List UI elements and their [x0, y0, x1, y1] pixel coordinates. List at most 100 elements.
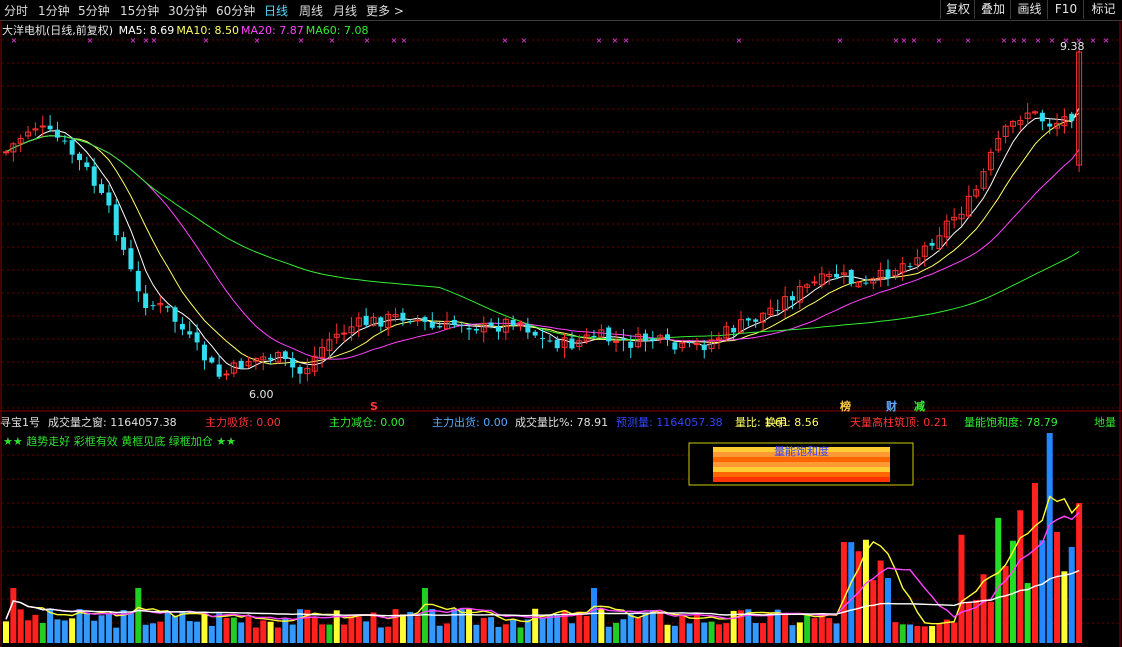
volume-bar[interactable]: [642, 613, 649, 643]
period-tab-0[interactable]: 分时: [4, 2, 28, 19]
volume-bar[interactable]: [54, 619, 61, 643]
candle-body[interactable]: [488, 322, 494, 326]
candle-body[interactable]: [731, 327, 737, 333]
volume-bar[interactable]: [921, 626, 928, 643]
volume-bar[interactable]: [958, 534, 965, 643]
candle-body[interactable]: [238, 360, 244, 369]
volume-bar[interactable]: [715, 624, 722, 643]
volume-bar[interactable]: [10, 588, 17, 643]
volume-bar[interactable]: [407, 611, 414, 643]
event-mark[interactable]: 榜: [840, 398, 851, 414]
volume-bar[interactable]: [341, 624, 348, 643]
volume-bar[interactable]: [1046, 433, 1053, 643]
volume-bar[interactable]: [995, 517, 1002, 643]
candle-body[interactable]: [54, 129, 60, 138]
volume-bar[interactable]: [833, 623, 840, 643]
period-tab-6[interactable]: 日线: [264, 2, 288, 19]
volume-bar[interactable]: [539, 618, 546, 643]
volume-bar[interactable]: [385, 626, 392, 643]
volume-bar[interactable]: [811, 618, 818, 643]
volume-bar[interactable]: [495, 626, 502, 643]
candle-body[interactable]: [459, 324, 465, 326]
volume-bar[interactable]: [708, 621, 715, 643]
volume-bar[interactable]: [782, 614, 789, 643]
volume-bar[interactable]: [664, 624, 671, 643]
candle-body[interactable]: [407, 321, 413, 323]
candle-body[interactable]: [907, 266, 913, 268]
volume-bar[interactable]: [69, 618, 76, 643]
candle-body[interactable]: [672, 342, 678, 350]
volume-bar[interactable]: [164, 611, 171, 643]
period-tab-9[interactable]: 更多 >: [366, 2, 404, 19]
volume-bar[interactable]: [260, 620, 267, 643]
chart-canvas[interactable]: × × × × × × × × × × × × × × × × × × × × × × × × × × × × × × × × × 9.38 6…: [0, 0, 1122, 647]
volume-bar[interactable]: [936, 623, 943, 643]
volume-bar[interactable]: [238, 622, 245, 643]
candle-body[interactable]: [437, 326, 443, 328]
volume-bar[interactable]: [429, 608, 436, 643]
period-tab-8[interactable]: 月线: [333, 2, 357, 19]
volume-bar[interactable]: [488, 617, 495, 643]
candle-body[interactable]: [91, 166, 97, 186]
volume-bar[interactable]: [826, 618, 833, 643]
candle-body[interactable]: [1069, 113, 1075, 121]
candle-body[interactable]: [135, 270, 141, 292]
volume-bar[interactable]: [899, 624, 906, 643]
toolbar-button-3[interactable]: F10: [1047, 0, 1084, 19]
volume-bar[interactable]: [987, 601, 994, 643]
candle-body[interactable]: [150, 305, 156, 307]
volume-bar[interactable]: [91, 620, 98, 643]
volume-bar[interactable]: [421, 588, 428, 643]
candle-body[interactable]: [540, 338, 546, 340]
candle-body[interactable]: [378, 317, 384, 327]
volume-bar[interactable]: [760, 623, 767, 643]
period-tab-2[interactable]: 5分钟: [78, 2, 110, 19]
candle-body[interactable]: [701, 344, 707, 351]
volume-bar[interactable]: [348, 614, 355, 643]
volume-bar[interactable]: [1054, 531, 1061, 643]
candle-body[interactable]: [693, 343, 700, 346]
candle-body[interactable]: [128, 248, 134, 270]
volume-bar[interactable]: [796, 622, 803, 643]
candle-body[interactable]: [650, 338, 656, 341]
candle-body[interactable]: [363, 315, 369, 326]
event-mark[interactable]: 财: [886, 398, 897, 414]
volume-bar[interactable]: [914, 626, 921, 643]
volume-bar[interactable]: [1068, 547, 1075, 643]
volume-bar[interactable]: [392, 609, 399, 643]
volume-bar[interactable]: [142, 624, 149, 643]
volume-bar[interactable]: [39, 622, 46, 643]
volume-bar[interactable]: [76, 608, 83, 643]
candle-body[interactable]: [341, 332, 348, 335]
volume-bar[interactable]: [436, 625, 443, 643]
volume-bar[interactable]: [1039, 540, 1046, 643]
volume-bar[interactable]: [929, 625, 936, 643]
volume-bar[interactable]: [326, 624, 333, 643]
candle-body[interactable]: [620, 338, 626, 341]
candle-body[interactable]: [201, 344, 207, 361]
candle-body[interactable]: [216, 364, 222, 377]
candle-body[interactable]: [290, 358, 296, 368]
volume-bar[interactable]: [355, 616, 362, 643]
volume-bar[interactable]: [598, 609, 605, 643]
volume-bar[interactable]: [679, 615, 686, 643]
volume-bar[interactable]: [98, 615, 105, 643]
volume-bar[interactable]: [885, 578, 891, 643]
volume-bar[interactable]: [113, 627, 120, 643]
volume-bar[interactable]: [194, 621, 201, 643]
candle-body[interactable]: [885, 269, 891, 279]
volume-bar[interactable]: [767, 612, 774, 643]
candle-body[interactable]: [929, 243, 935, 246]
volume-bar[interactable]: [377, 627, 384, 643]
volume-bar[interactable]: [657, 611, 664, 643]
toolbar-button-1[interactable]: 叠加: [974, 0, 1011, 19]
volume-bar[interactable]: [723, 623, 730, 643]
volume-bar[interactable]: [473, 624, 480, 643]
volume-bar[interactable]: [25, 620, 32, 643]
volume-bar[interactable]: [870, 580, 877, 643]
candle-body[interactable]: [143, 293, 149, 309]
candle-body[interactable]: [451, 319, 457, 325]
volume-bar[interactable]: [671, 625, 678, 643]
volume-bar[interactable]: [907, 624, 914, 643]
volume-bar[interactable]: [223, 617, 230, 643]
